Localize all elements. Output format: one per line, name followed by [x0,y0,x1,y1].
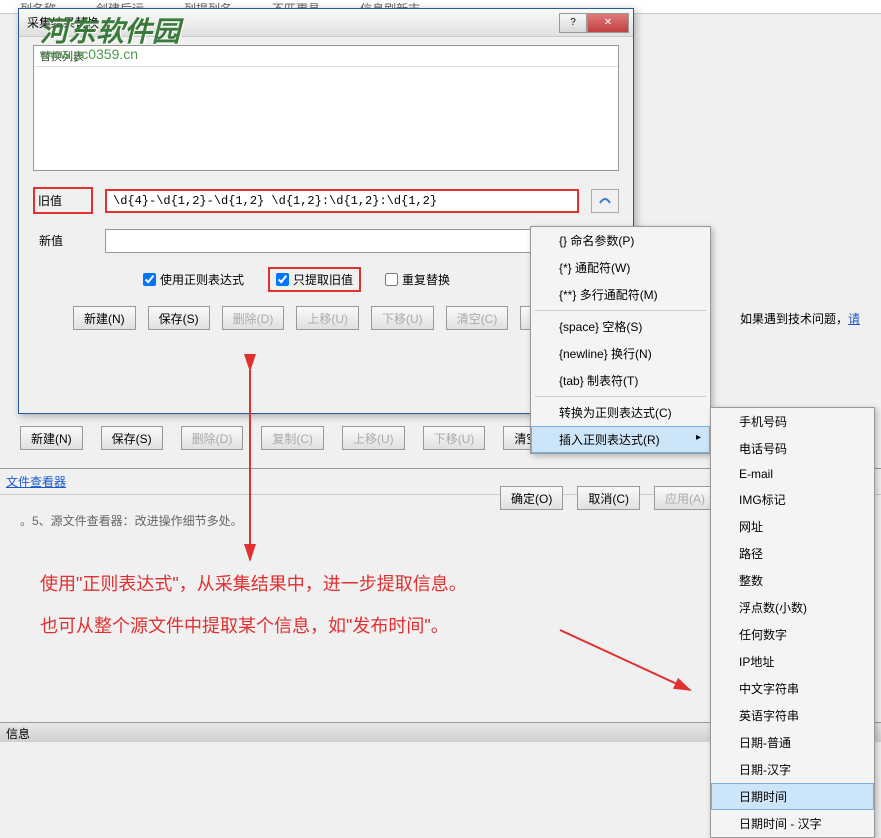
menu-item[interactable]: 日期时间 - 汉字 [711,810,874,837]
outer-save-button[interactable]: 保存(S) [101,426,163,450]
help-link[interactable]: 请 [848,312,860,326]
outer-copy-button[interactable]: 复制(C) [261,426,324,450]
menu-item[interactable]: 日期时间 [711,783,874,810]
description-text: 。5、源文件查看器：改进操作细节多处。 [20,512,243,529]
new-button[interactable]: 新建(N) [73,306,136,330]
menu-item[interactable]: E-mail [711,462,874,486]
outer-down-button[interactable]: 下移(U) [423,426,486,450]
regex-preset-menu: 手机号码电话号码E-mailIMG标记网址路径整数浮点数(小数)任何数字IP地址… [710,407,875,838]
menu-item[interactable]: {**} 多行通配符(M) [531,281,710,308]
menu-item[interactable]: IMG标记 [711,486,874,513]
delete-button[interactable]: 删除(D) [222,306,285,330]
menu-item[interactable]: 日期-普通 [711,729,874,756]
menu-item[interactable]: {*} 通配符(W) [531,254,710,281]
menu-item[interactable]: {newline} 换行(N) [531,340,710,367]
use-regex-checkbox[interactable]: 使用正则表达式 [143,271,244,288]
apply-button[interactable]: 应用(A) [654,486,716,510]
file-viewer-link[interactable]: 文件查看器 [6,475,66,489]
menu-item[interactable]: 中文字符串 [711,675,874,702]
menu-item[interactable]: 电话号码 [711,435,874,462]
new-value-label: 新值 [33,228,93,253]
menu-item[interactable]: 任何数字 [711,621,874,648]
menu-item[interactable]: 整数 [711,567,874,594]
dialog-title: 采集结果替换 [23,14,559,31]
new-value-input[interactable] [105,229,579,253]
menu-item[interactable]: 手机号码 [711,408,874,435]
menu-item[interactable]: 浮点数(小数) [711,594,874,621]
clear-button[interactable]: 清空(C) [446,306,509,330]
menu-item[interactable]: 路径 [711,540,874,567]
replace-list[interactable]: 替换列表 [33,45,619,171]
old-value-label: 旧值 [33,187,93,214]
outer-new-button[interactable]: 新建(N) [20,426,83,450]
outer-up-button[interactable]: 上移(U) [342,426,405,450]
old-value-input[interactable] [105,189,579,213]
extract-only-checkbox[interactable]: 只提取旧值 [276,271,353,288]
side-help-text: 如果遇到技术问题，请 [740,310,860,327]
menu-item[interactable]: 转换为正则表达式(C) [531,399,710,426]
close-button[interactable]: ✕ [587,13,629,33]
old-value-helper-icon[interactable] [591,189,619,213]
ok-button[interactable]: 确定(O) [500,486,563,510]
down-button[interactable]: 下移(U) [371,306,434,330]
menu-item[interactable]: {tab} 制表符(T) [531,367,710,394]
help-button[interactable]: ? [559,13,587,33]
annotation-2: 也可从整个源文件中提取某个信息，如"发布时间"。 [40,612,449,638]
outer-delete-button[interactable]: 删除(D) [181,426,244,450]
menu-item[interactable]: {} 命名参数(P) [531,227,710,254]
menu-item[interactable]: IP地址 [711,648,874,675]
titlebar: 采集结果替换 ? ✕ [19,9,633,37]
menu-item[interactable]: 日期-汉字 [711,756,874,783]
menu-item[interactable]: 网址 [711,513,874,540]
save-button[interactable]: 保存(S) [148,306,210,330]
annotation-1: 使用"正则表达式"，从采集结果中，进一步提取信息。 [40,570,467,596]
menu-item[interactable]: 插入正则表达式(R) [531,426,710,453]
repeat-replace-checkbox[interactable]: 重复替换 [385,271,450,288]
insert-token-menu: {} 命名参数(P){*} 通配符(W){**} 多行通配符(M) {space}… [530,226,711,454]
menu-item[interactable]: {space} 空格(S) [531,313,710,340]
menu-item[interactable]: 英语字符串 [711,702,874,729]
up-button[interactable]: 上移(U) [296,306,359,330]
cancel-button[interactable]: 取消(C) [577,486,640,510]
